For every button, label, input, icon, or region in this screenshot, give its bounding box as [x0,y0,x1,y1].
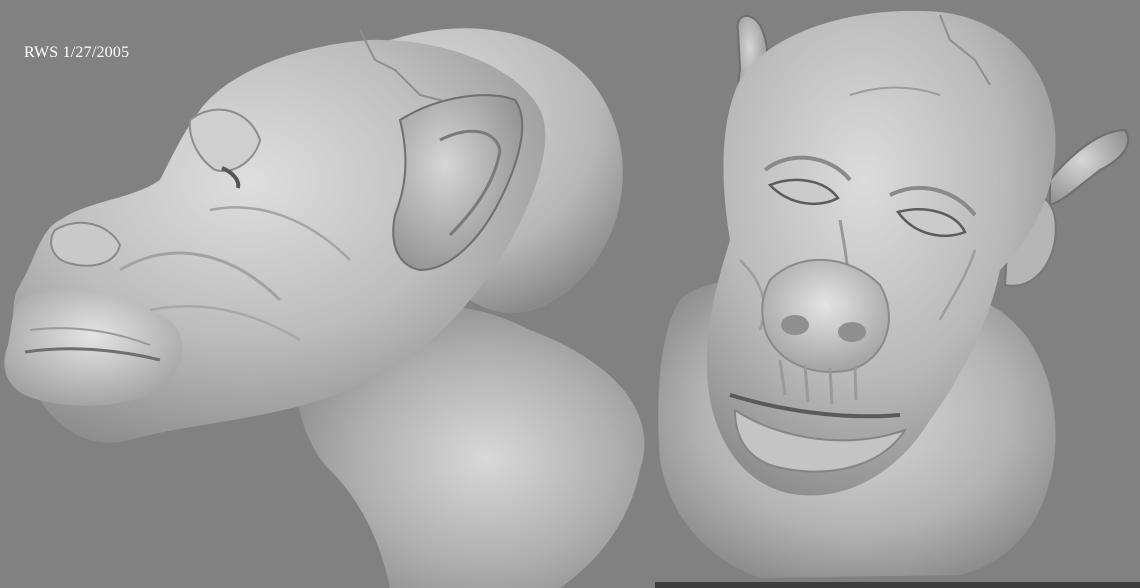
artist-signature: RWS 1/27/2005 [24,44,130,61]
sculpt-render [4,10,1140,588]
sculpt-render-canvas: RWS 1/27/2005 [0,0,1140,588]
front-view-head [655,10,1140,588]
side-view-head [4,28,645,588]
